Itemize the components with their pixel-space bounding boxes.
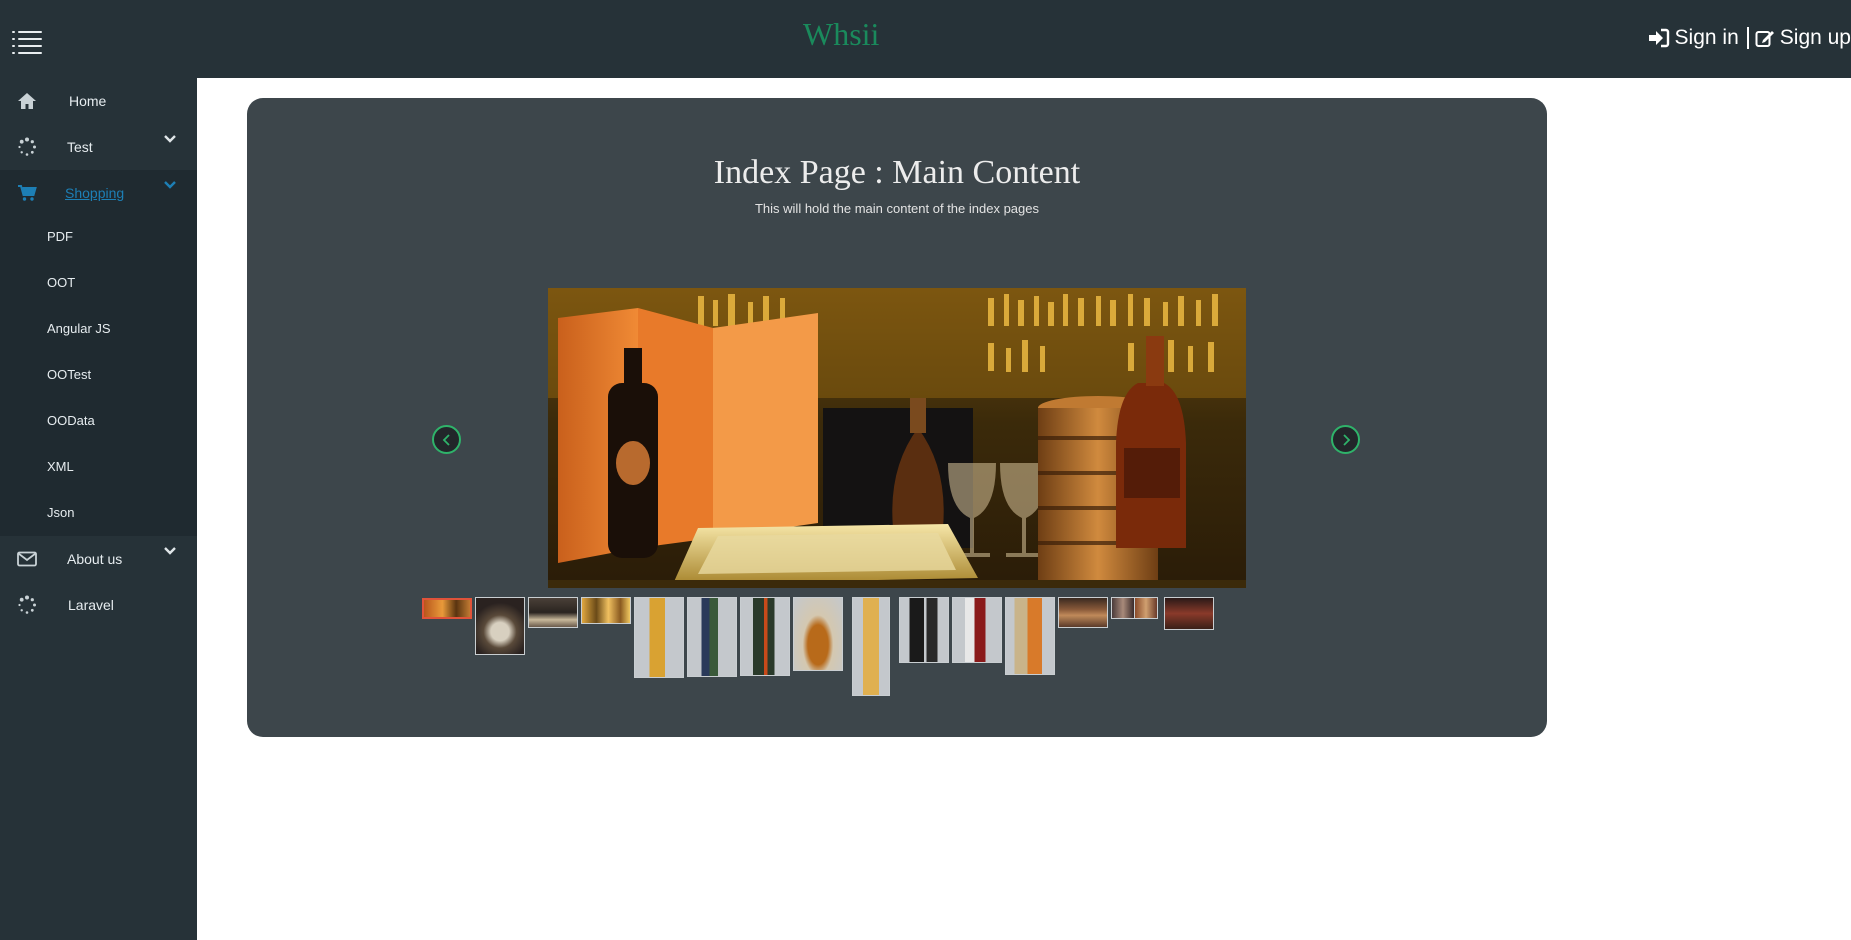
carousel-thumbnail[interactable] bbox=[475, 597, 525, 655]
shopping-submenu: PDF OOT Angular JS OOTest OOData XML Jso… bbox=[0, 214, 197, 536]
sidebar-item-home[interactable]: Home bbox=[0, 78, 197, 124]
sidebar-item-label: Test bbox=[67, 139, 93, 155]
carousel-thumbnail[interactable] bbox=[852, 597, 890, 696]
carousel-thumbnail[interactable] bbox=[952, 597, 1002, 663]
page-subtitle: This will hold the main content of the i… bbox=[754, 201, 1039, 216]
sidebar-item-label: Laravel bbox=[68, 597, 114, 613]
sign-in-icon bbox=[1648, 28, 1669, 48]
sidebar-item-label: Shopping bbox=[65, 185, 125, 201]
sidebar-item-test[interactable]: Test bbox=[0, 124, 197, 170]
sign-up-label: Sign up bbox=[1779, 26, 1851, 49]
whisky-bar-image bbox=[548, 288, 1246, 588]
submenu-item-oodata[interactable]: OOData bbox=[47, 413, 95, 428]
carousel-thumbnail[interactable] bbox=[528, 597, 578, 628]
carousel-thumbnail[interactable] bbox=[793, 597, 843, 671]
sidebar-item-label: Home bbox=[69, 93, 107, 109]
sign-in-label: Sign in bbox=[1674, 26, 1739, 49]
envelope-icon bbox=[16, 548, 38, 570]
carousel-main-image bbox=[548, 288, 1246, 588]
sign-up-link[interactable]: Sign up bbox=[1755, 26, 1851, 50]
carousel-thumbnail[interactable] bbox=[687, 597, 737, 677]
sign-in-link[interactable]: Sign in bbox=[1648, 26, 1739, 50]
page-title: Index Page : Main Content bbox=[713, 154, 1081, 191]
spinner-icon bbox=[16, 594, 38, 616]
chevron-down-icon bbox=[164, 547, 176, 555]
carousel-thumbnail[interactable] bbox=[1134, 597, 1158, 619]
submenu-item-oot[interactable]: OOT bbox=[47, 275, 75, 290]
submenu-item-pdf[interactable]: PDF bbox=[47, 229, 73, 244]
carousel-thumbnail[interactable] bbox=[1164, 597, 1214, 630]
spinner-icon bbox=[16, 136, 38, 158]
submenu-item-angular-js[interactable]: Angular JS bbox=[47, 321, 111, 336]
carousel-next-button[interactable] bbox=[1331, 425, 1360, 454]
sidebar-item-label: About us bbox=[67, 551, 123, 567]
top-bar: Whsii Sign in Sign up bbox=[0, 0, 1851, 78]
submenu-item-xml[interactable]: XML bbox=[47, 459, 74, 474]
sidebar-item-about-us[interactable]: About us bbox=[0, 536, 197, 582]
chevron-left-icon bbox=[442, 433, 450, 446]
home-icon bbox=[16, 90, 38, 112]
carousel-thumbnail[interactable] bbox=[740, 597, 790, 676]
auth-divider bbox=[1746, 27, 1749, 49]
chevron-right-icon bbox=[1342, 433, 1350, 446]
chevron-down-icon bbox=[164, 181, 176, 189]
carousel-thumbnail[interactable] bbox=[1058, 597, 1108, 628]
carousel-thumbnail[interactable] bbox=[581, 597, 631, 624]
edit-icon bbox=[1755, 31, 1774, 47]
submenu-item-json[interactable]: Json bbox=[47, 505, 74, 520]
hamburger-menu-icon[interactable] bbox=[12, 28, 42, 54]
sidebar-item-laravel[interactable]: Laravel bbox=[0, 582, 197, 628]
carousel-thumbnail[interactable] bbox=[422, 598, 472, 619]
main-content-panel: Index Page : Main Content This will hold… bbox=[247, 98, 1547, 737]
brand-logo[interactable]: Whsii bbox=[803, 16, 879, 53]
chevron-down-icon bbox=[164, 135, 176, 143]
carousel-thumbnail[interactable] bbox=[1111, 597, 1135, 619]
submenu-item-ootest[interactable]: OOTest bbox=[47, 367, 91, 382]
carousel-thumbnail[interactable] bbox=[634, 597, 684, 678]
auth-links: Sign in Sign up bbox=[1648, 26, 1851, 50]
carousel-thumbnail[interactable] bbox=[1005, 597, 1055, 675]
carousel-thumbnail[interactable] bbox=[899, 597, 949, 663]
carousel-prev-button[interactable] bbox=[432, 425, 461, 454]
sidebar: Home Test Shopping PDF OOT Angular JS OO… bbox=[0, 78, 197, 940]
cart-icon bbox=[16, 182, 38, 204]
sidebar-item-shopping[interactable]: Shopping bbox=[0, 170, 197, 216]
